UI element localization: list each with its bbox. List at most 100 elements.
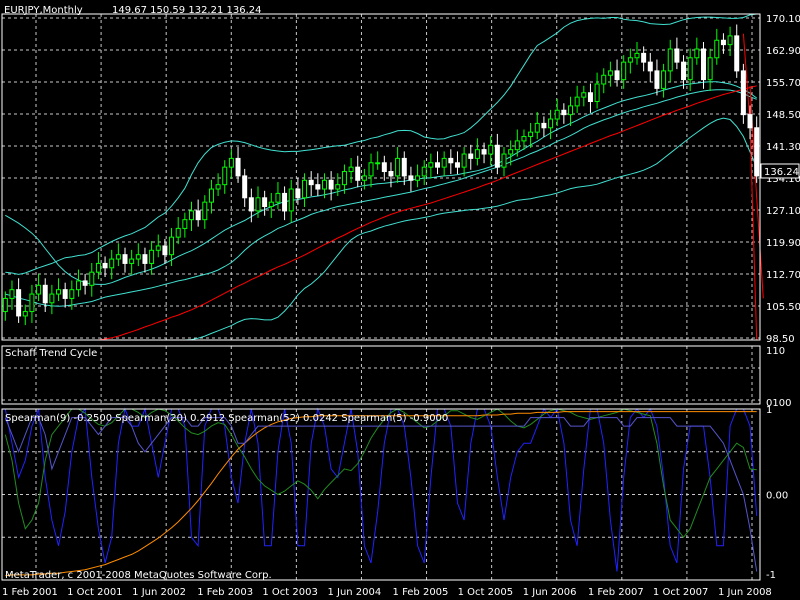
current-price-label: 136.24 [764, 167, 799, 178]
candle-body [587, 92, 593, 103]
candle-body [169, 236, 175, 256]
candle-body [29, 293, 35, 313]
candle-body [614, 70, 620, 81]
candle-body [561, 109, 567, 116]
candle-body [288, 188, 294, 212]
price-tick: 155.70 [766, 78, 800, 89]
panel-frame [1, 345, 761, 405]
candle-body [368, 162, 374, 177]
candle-body [714, 39, 720, 59]
candle-body [607, 70, 613, 76]
candle-body [681, 61, 687, 81]
time-axis: 1 Feb 2001 1 Oct 2001 1 Jun 2002 1 Feb 2003… [2, 587, 772, 598]
spearman-panel: 1 0.00 -1 [4, 405, 788, 581]
candle-body [189, 210, 194, 221]
candle-body [268, 201, 274, 208]
spearman-tick: 1 [766, 405, 772, 416]
candle-body [621, 61, 627, 81]
candle-body [441, 157, 447, 168]
candle-body [461, 153, 467, 168]
candle-body [9, 289, 15, 299]
candle-body [707, 57, 713, 81]
candle-body [142, 254, 148, 264]
candle-body [242, 175, 248, 199]
candle-body [574, 96, 580, 107]
price-tick: 112.70 [766, 270, 800, 281]
time-tick: 1 Jun 2008 [718, 587, 772, 598]
panel-frames [1, 13, 761, 581]
price-tick: 148.50 [766, 110, 800, 121]
spearman-tick: 0.00 [766, 491, 788, 502]
symbol-label: EURJPY,Monthly [4, 5, 83, 16]
time-tick: 1 Oct 2001 [67, 587, 122, 598]
candle-body [2, 297, 8, 313]
candle-body [754, 127, 760, 177]
spearman-line [5, 411, 757, 577]
price-tick: 127.10 [766, 206, 800, 217]
spearman-title: Spearman(9) -0.2500 Spearman(20) 0.2912 … [5, 413, 448, 424]
candle-body [647, 61, 653, 72]
candle-body [734, 35, 740, 72]
candle-body [581, 92, 587, 98]
candle-body [69, 289, 75, 299]
candle-body [594, 83, 600, 103]
candle-body [62, 289, 68, 299]
time-tick: 1 Feb 2005 [393, 587, 449, 598]
candle-body [740, 70, 746, 116]
candle-body [82, 280, 88, 286]
schaff-title: Schaff Trend Cycle [5, 348, 97, 359]
candle-body [700, 48, 706, 81]
candle-body [122, 254, 128, 264]
candle-body [228, 157, 234, 168]
candle-body [674, 48, 680, 63]
candle-body [494, 144, 500, 168]
candle-body [22, 311, 28, 317]
candle-body [514, 140, 520, 151]
time-tick: 1 Feb 2003 [197, 587, 253, 598]
time-tick: 1 Jun 2002 [132, 587, 186, 598]
candle-body [654, 70, 660, 89]
candle-body [275, 192, 281, 203]
candle-body [135, 254, 141, 260]
candle-body [149, 249, 155, 264]
time-tick: 1 Feb 2001 [2, 587, 58, 598]
candle-body [49, 293, 55, 304]
candle-body [215, 184, 221, 190]
candle-body [202, 201, 208, 221]
candle-body [109, 258, 115, 269]
candle-body [627, 57, 633, 63]
candle-body [474, 149, 480, 159]
candle-body [361, 175, 367, 181]
candle-body [255, 197, 261, 212]
candle-body [634, 52, 640, 59]
candle-body [235, 157, 241, 177]
candle-body [667, 48, 673, 72]
candle-body [448, 157, 454, 164]
chart-canvas: 170.10162.90155.70148.50141.30134.10127.… [1, 5, 800, 598]
candle-body [488, 144, 494, 155]
candle-body [428, 162, 434, 168]
candle-body [341, 171, 347, 186]
candle-body [454, 162, 460, 168]
price-tick: 170.10 [766, 14, 800, 25]
spearman-axis: 1 0.00 -1 [766, 405, 788, 581]
candle-body [222, 166, 228, 186]
candle-body [308, 179, 314, 186]
panel-frame [1, 13, 761, 341]
candle-body [381, 162, 387, 173]
candle-body [554, 109, 560, 120]
candle-body [182, 219, 188, 229]
candle-body [335, 184, 341, 190]
candle-body [328, 179, 334, 190]
candle-body [408, 175, 414, 181]
candle-body [248, 197, 254, 212]
candle-body [36, 284, 42, 295]
candle-body [195, 210, 201, 221]
candle-body [435, 162, 441, 168]
candle-body [415, 175, 421, 181]
price-tick: 105.50 [766, 302, 800, 313]
price-tick: 141.30 [766, 142, 800, 153]
candle-body [75, 280, 81, 291]
candle-body [208, 188, 214, 203]
grid [2, 14, 760, 580]
